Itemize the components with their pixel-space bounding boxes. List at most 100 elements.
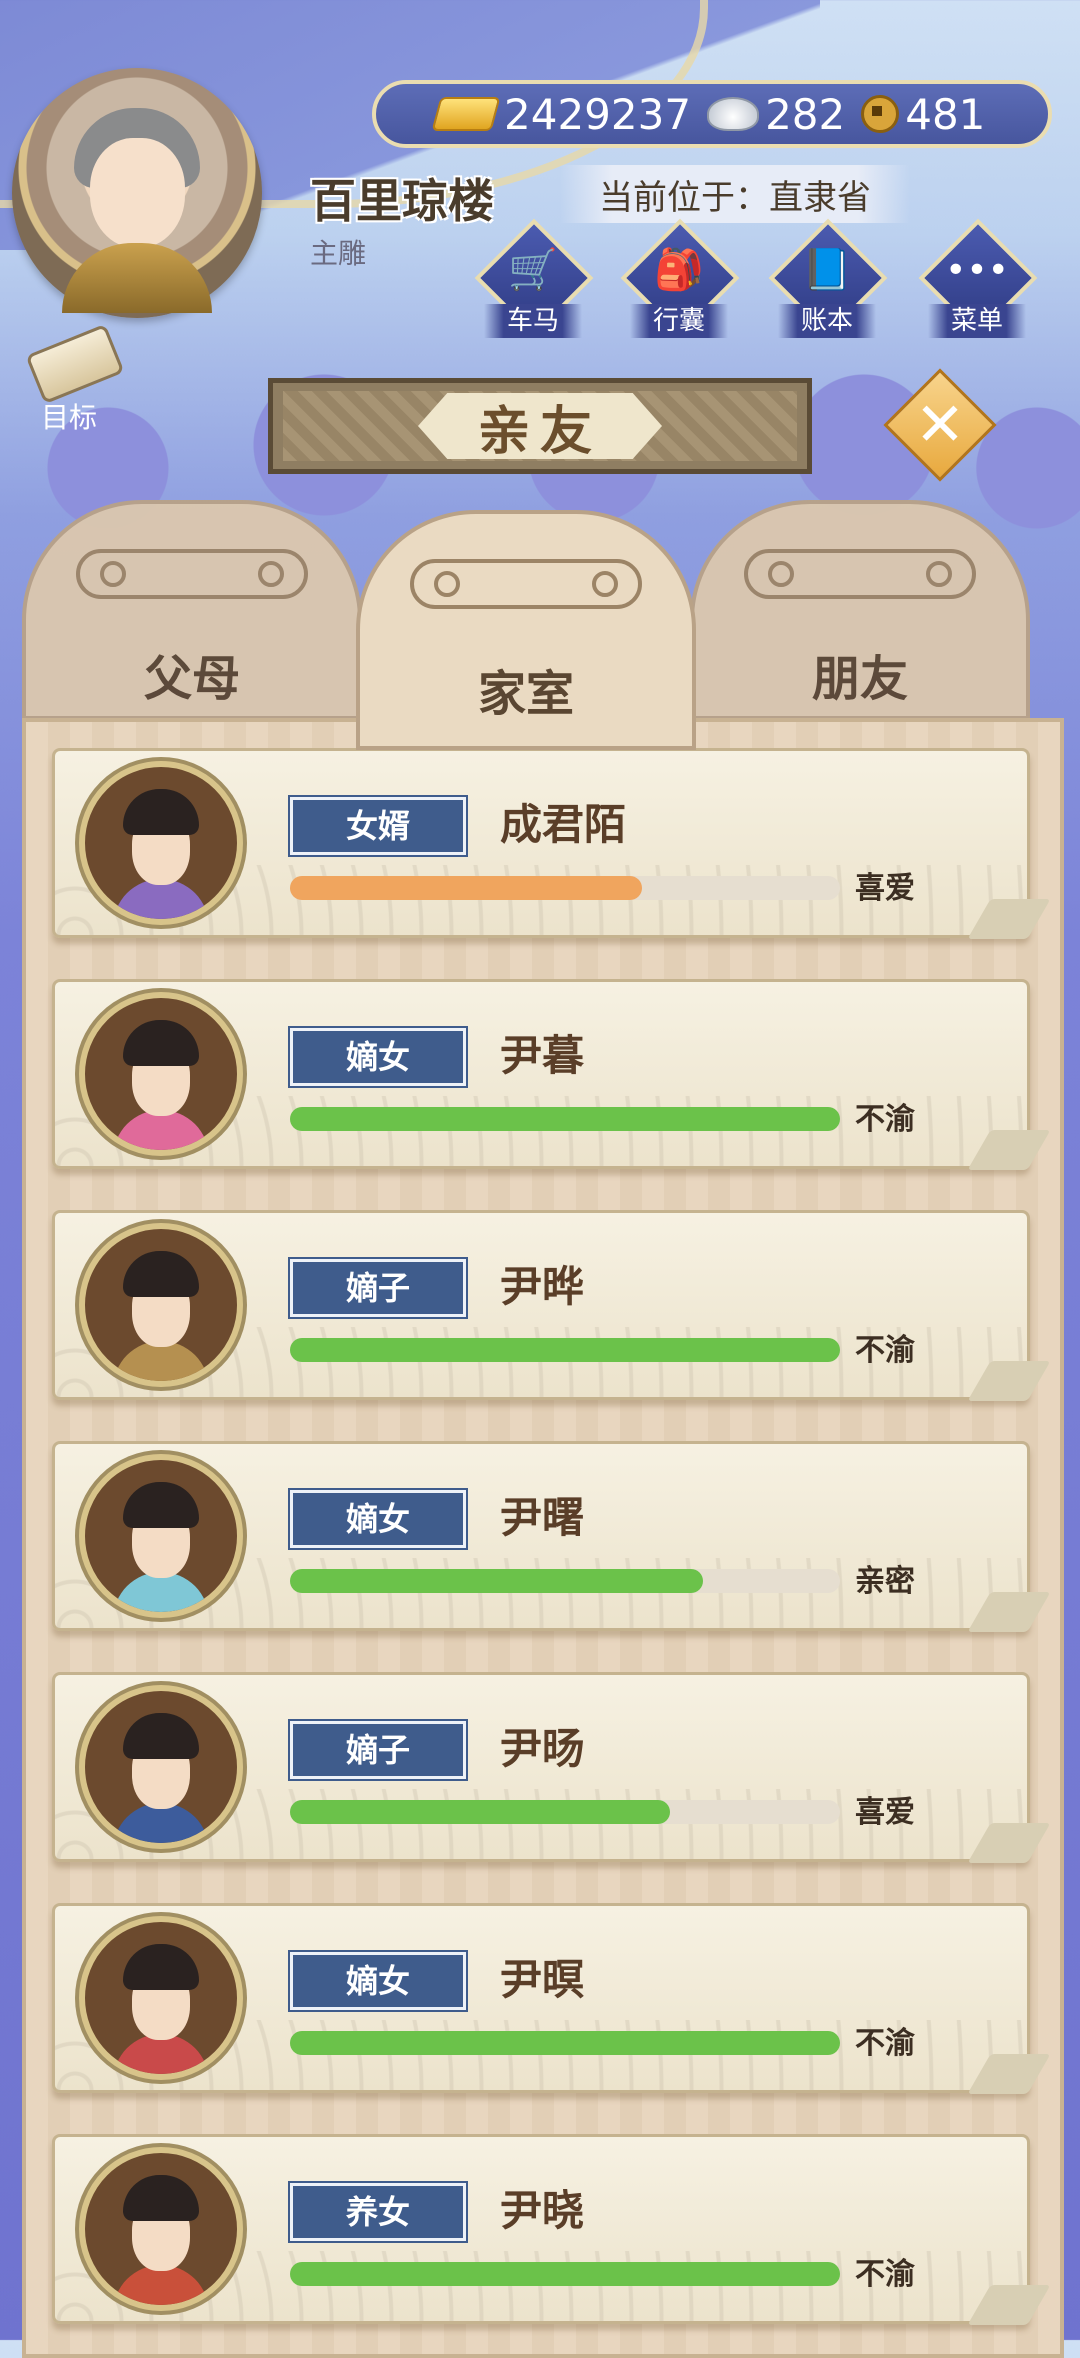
relation-badge: 嫡女	[290, 1028, 466, 1086]
affinity-label: 喜爱	[855, 1795, 915, 1830]
affinity-bar-fill	[290, 1107, 840, 1131]
relative-avatar[interactable]	[79, 992, 243, 1156]
silver-currency: 282	[707, 90, 845, 139]
menu-button[interactable]: ••• 菜单	[918, 218, 1038, 338]
bag-label: 行囊	[630, 304, 728, 338]
ledger-label: 账本	[778, 304, 876, 338]
affinity-bar	[290, 1800, 840, 1824]
cloud-scroll-ornament	[76, 549, 308, 599]
affinity-bar	[290, 1569, 840, 1593]
more-icon: •••	[945, 250, 1009, 291]
avatar-robe	[113, 2034, 209, 2074]
avatar-hair	[123, 789, 199, 835]
relative-name: 尹暝	[500, 1955, 585, 2004]
avatar-hair	[123, 1020, 199, 1066]
relation-badge: 嫡子	[290, 1721, 466, 1779]
relation-badge: 养女	[290, 2183, 466, 2241]
avatar-hair	[123, 1482, 199, 1528]
relative-card[interactable]: 嫡女 尹暮 不渝	[52, 979, 1051, 1170]
relative-card[interactable]: 嫡子 尹旸 喜爱	[52, 1672, 1051, 1863]
player-name: 百里琼楼	[310, 174, 494, 228]
affinity-label: 不渝	[855, 1333, 915, 1368]
relation-badge: 嫡子	[290, 1259, 466, 1317]
player-avatar[interactable]	[12, 68, 262, 318]
relative-name: 尹暮	[500, 1031, 585, 1080]
relative-avatar[interactable]	[79, 1685, 243, 1849]
ledger-icon: 📘	[802, 247, 852, 293]
relative-card[interactable]: 养女 尹晓 不渝	[52, 2134, 1051, 2325]
avatar-hair	[123, 1251, 199, 1297]
relative-card[interactable]: 嫡女 尹曙 亲密	[52, 1441, 1051, 1632]
tab-family[interactable]: 家室	[356, 510, 696, 750]
affinity-bar-fill	[290, 1569, 703, 1593]
target-button[interactable]: 目标	[14, 323, 125, 440]
avatar-robe	[113, 1110, 209, 1150]
affinity-bar-fill	[290, 876, 642, 900]
tab-label: 家室	[477, 666, 574, 722]
tab-label: 父母	[143, 651, 240, 707]
affinity-label: 亲密	[855, 1564, 915, 1599]
avatar-robe	[113, 1803, 209, 1843]
affinity-bar	[290, 1107, 840, 1131]
avatar-face	[90, 138, 185, 248]
avatar-robe	[62, 243, 212, 313]
relative-name: 尹旸	[500, 1724, 585, 1773]
relative-card[interactable]: 嫡女 尹暝 不渝	[52, 1903, 1051, 2094]
ledger-button[interactable]: 📘 账本	[768, 218, 888, 338]
relative-avatar[interactable]	[79, 761, 243, 925]
avatar-hair	[123, 2175, 199, 2221]
tab-friends[interactable]: 朋友	[690, 500, 1030, 720]
silver-ingot-icon	[707, 97, 760, 131]
affinity-bar	[290, 2262, 840, 2286]
affinity-label: 不渝	[855, 2026, 915, 2061]
gold-ingot-icon	[431, 97, 501, 131]
affinity-bar-fill	[290, 1800, 670, 1824]
bag-button[interactable]: 🎒 行囊	[620, 218, 740, 338]
close-icon: ✕	[914, 390, 966, 460]
affinity-bar-fill	[290, 2031, 840, 2055]
page-title: 亲友	[418, 393, 662, 459]
tab-label: 朋友	[811, 651, 908, 707]
affinity-bar-fill	[290, 2262, 840, 2286]
relation-badge: 女婿	[290, 797, 466, 855]
avatar-hair	[123, 1713, 199, 1759]
relative-avatar[interactable]	[79, 1223, 243, 1387]
avatar-robe	[113, 2265, 209, 2305]
affinity-label: 不渝	[855, 2257, 915, 2292]
coin-currency: 481	[861, 90, 985, 139]
gold-amount: 2429237	[504, 89, 692, 139]
affinity-bar	[290, 2031, 840, 2055]
relative-name: 尹晔	[500, 1262, 585, 1311]
carriage-button[interactable]: 🛒 车马	[474, 218, 594, 338]
title-banner: 亲友	[268, 378, 812, 474]
avatar-hair	[123, 1944, 199, 1990]
silver-amount: 282	[765, 89, 846, 139]
cloud-scroll-ornament	[744, 549, 976, 599]
relative-card[interactable]: 嫡子 尹晔 不渝	[52, 1210, 1051, 1401]
scroll-icon	[25, 323, 125, 405]
relative-avatar[interactable]	[79, 2147, 243, 2311]
relative-avatar[interactable]	[79, 1454, 243, 1618]
avatar-robe	[113, 879, 209, 919]
menu-label: 菜单	[928, 304, 1026, 338]
relative-card[interactable]: 女婿 成君陌 喜爱	[52, 748, 1051, 939]
coin-amount: 481	[905, 89, 986, 139]
carriage-icon: 🛒	[508, 247, 558, 293]
location-label: 当前位于：直隶省	[560, 165, 910, 223]
relation-badge: 嫡女	[290, 1490, 466, 1548]
gold-currency: 2429237	[431, 89, 692, 139]
relative-name: 尹曙	[500, 1493, 585, 1542]
avatar-robe	[113, 1572, 209, 1612]
currency-bar: 2429237 282 481	[372, 80, 1052, 148]
relative-name: 成君陌	[500, 800, 627, 849]
avatar-robe	[113, 1341, 209, 1381]
relation-badge: 嫡女	[290, 1952, 466, 2010]
tab-parents[interactable]: 父母	[22, 500, 362, 720]
player-title: 主雕	[310, 237, 367, 270]
carriage-label: 车马	[484, 304, 582, 338]
affinity-bar	[290, 1338, 840, 1362]
relative-avatar[interactable]	[79, 1916, 243, 2080]
affinity-label: 喜爱	[855, 871, 915, 906]
copper-coin-icon	[861, 95, 900, 133]
affinity-bar-fill	[290, 1338, 840, 1362]
